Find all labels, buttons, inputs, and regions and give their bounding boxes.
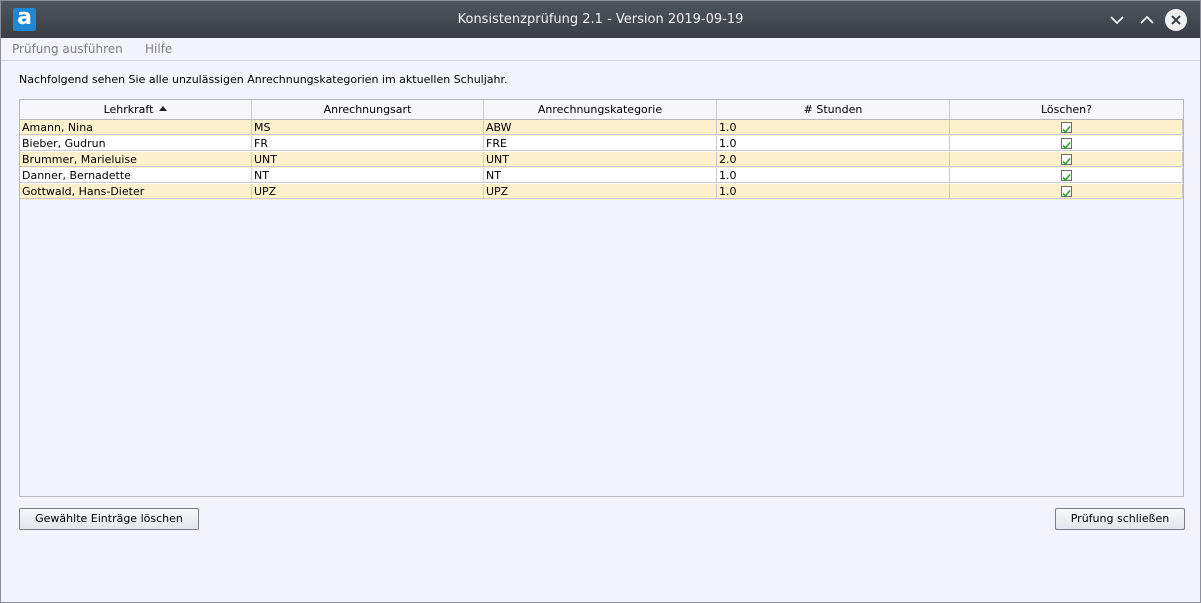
menu-bar: Prüfung ausführen Hilfe <box>1 38 1200 61</box>
delete-checkbox[interactable] <box>1060 138 1072 150</box>
cell-kategorie[interactable]: UPZ <box>484 184 717 199</box>
window-title: Konsistenzprüfung 2.1 - Version 2019-09-… <box>457 12 744 27</box>
delete-checkbox-cell <box>950 136 1183 151</box>
delete-checkbox-cell <box>950 120 1183 135</box>
cell-stunden[interactable]: 1.0 <box>717 136 950 151</box>
app-window: a Konsistenzprüfung 2.1 - Version 2019-0… <box>0 0 1201 603</box>
delete-checkbox[interactable] <box>1060 122 1072 134</box>
maximize-icon[interactable] <box>1136 9 1158 31</box>
delete-checkbox-cell <box>950 184 1183 199</box>
cell-art[interactable]: UPZ <box>252 184 484 199</box>
menu-pruefung-ausfuehren[interactable]: Prüfung ausführen <box>12 42 123 56</box>
column-header-lehrkraft[interactable]: Lehrkraft <box>20 100 252 119</box>
checkmark-icon <box>1061 125 1071 134</box>
menu-hilfe[interactable]: Hilfe <box>145 42 172 56</box>
cell-art[interactable]: FR <box>252 136 484 151</box>
column-header-stunden[interactable]: # Stunden <box>717 100 950 119</box>
close-check-button[interactable]: Prüfung schließen <box>1055 508 1185 530</box>
minimize-icon[interactable] <box>1106 9 1128 31</box>
table-row[interactable]: Amann, Nina MS ABW 1.0 <box>20 120 1183 136</box>
cell-kategorie[interactable]: NT <box>484 168 717 183</box>
column-header-anrechnungskategorie[interactable]: Anrechnungskategorie <box>484 100 717 119</box>
table-header: Lehrkraft Anrechnungsart Anrechnungskate… <box>20 100 1183 120</box>
delete-checkbox[interactable] <box>1060 154 1072 166</box>
checkmark-icon <box>1061 141 1071 150</box>
table-row[interactable]: Danner, Bernadette NT NT 1.0 <box>20 168 1183 184</box>
cell-art[interactable]: MS <box>252 120 484 135</box>
column-header-loeschen[interactable]: Löschen? <box>950 100 1183 119</box>
checkmark-icon <box>1061 157 1071 166</box>
close-icon[interactable] <box>1165 9 1187 31</box>
cell-art[interactable]: UNT <box>252 152 484 167</box>
table-row[interactable]: Brummer, Marieluise UNT UNT 2.0 <box>20 152 1183 168</box>
cell-stunden[interactable]: 1.0 <box>717 168 950 183</box>
cell-kategorie[interactable]: ABW <box>484 120 717 135</box>
cell-lehrkraft[interactable]: Danner, Bernadette <box>20 168 252 183</box>
checkmark-icon <box>1061 189 1071 198</box>
cell-stunden[interactable]: 1.0 <box>717 184 950 199</box>
cell-lehrkraft[interactable]: Brummer, Marieluise <box>20 152 252 167</box>
results-table[interactable]: Lehrkraft Anrechnungsart Anrechnungskate… <box>19 99 1184 497</box>
cell-stunden[interactable]: 2.0 <box>717 152 950 167</box>
cell-lehrkraft[interactable]: Bieber, Gudrun <box>20 136 252 151</box>
cell-stunden[interactable]: 1.0 <box>717 120 950 135</box>
cell-art[interactable]: NT <box>252 168 484 183</box>
delete-checkbox-cell <box>950 152 1183 167</box>
delete-checkbox[interactable] <box>1060 186 1072 198</box>
table-row[interactable]: Gottwald, Hans-Dieter UPZ UPZ 1.0 <box>20 184 1183 200</box>
delete-checkbox-cell <box>950 168 1183 183</box>
cell-lehrkraft[interactable]: Amann, Nina <box>20 120 252 135</box>
column-header-anrechnungsart[interactable]: Anrechnungsart <box>252 100 484 119</box>
cell-kategorie[interactable]: UNT <box>484 152 717 167</box>
cell-kategorie[interactable]: FRE <box>484 136 717 151</box>
title-bar[interactable]: a Konsistenzprüfung 2.1 - Version 2019-0… <box>1 1 1200 38</box>
checkmark-icon <box>1061 173 1071 182</box>
table-row[interactable]: Bieber, Gudrun FR FRE 1.0 <box>20 136 1183 152</box>
delete-checkbox[interactable] <box>1060 170 1072 182</box>
sort-ascending-icon <box>159 106 168 111</box>
cell-lehrkraft[interactable]: Gottwald, Hans-Dieter <box>20 184 252 199</box>
info-text: Nachfolgend sehen Sie alle unzulässigen … <box>19 73 508 86</box>
delete-selected-button[interactable]: Gewählte Einträge löschen <box>19 508 199 530</box>
